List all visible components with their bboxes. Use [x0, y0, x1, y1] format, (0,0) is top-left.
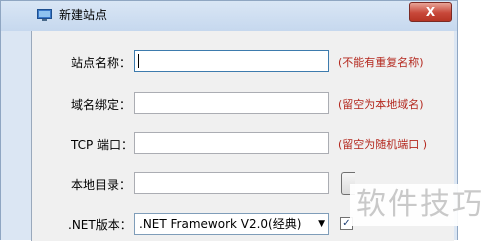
site-name-input[interactable] [134, 50, 329, 72]
domain-hint: (留空为本地域名) [338, 98, 424, 111]
watermark-text: 软件技巧 [356, 187, 484, 222]
close-icon: X [425, 5, 436, 19]
chevron-down-icon: ▼ [318, 219, 325, 229]
watermark-overlay: 软件技巧 [350, 184, 500, 226]
domain-label: 域名绑定： [71, 98, 132, 112]
tcp-port-input[interactable] [134, 132, 329, 154]
local-dir-label: 本地目录： [71, 178, 132, 192]
tcp-port-label: TCP 端口： [71, 138, 134, 152]
domain-input[interactable] [134, 92, 329, 114]
net-version-label: .NET版本： [68, 218, 132, 232]
site-name-hint: (不能有重复名称) [338, 56, 424, 69]
site-name-label: 站点名称： [71, 56, 132, 70]
close-button[interactable]: X [409, 2, 452, 22]
window-title: 新建站点 [59, 8, 108, 22]
net-version-select[interactable]: .NET Framework V2.0(经典) ▼ [134, 213, 329, 235]
net-version-selected: .NET Framework V2.0(经典) [139, 217, 302, 231]
title-bar[interactable]: 新建站点 X [1, 1, 457, 31]
app-globe-icon [37, 9, 52, 21]
tcp-port-hint: (留空为随机端口 ) [338, 138, 428, 151]
text-caret [138, 54, 139, 68]
local-dir-input[interactable] [134, 172, 329, 194]
